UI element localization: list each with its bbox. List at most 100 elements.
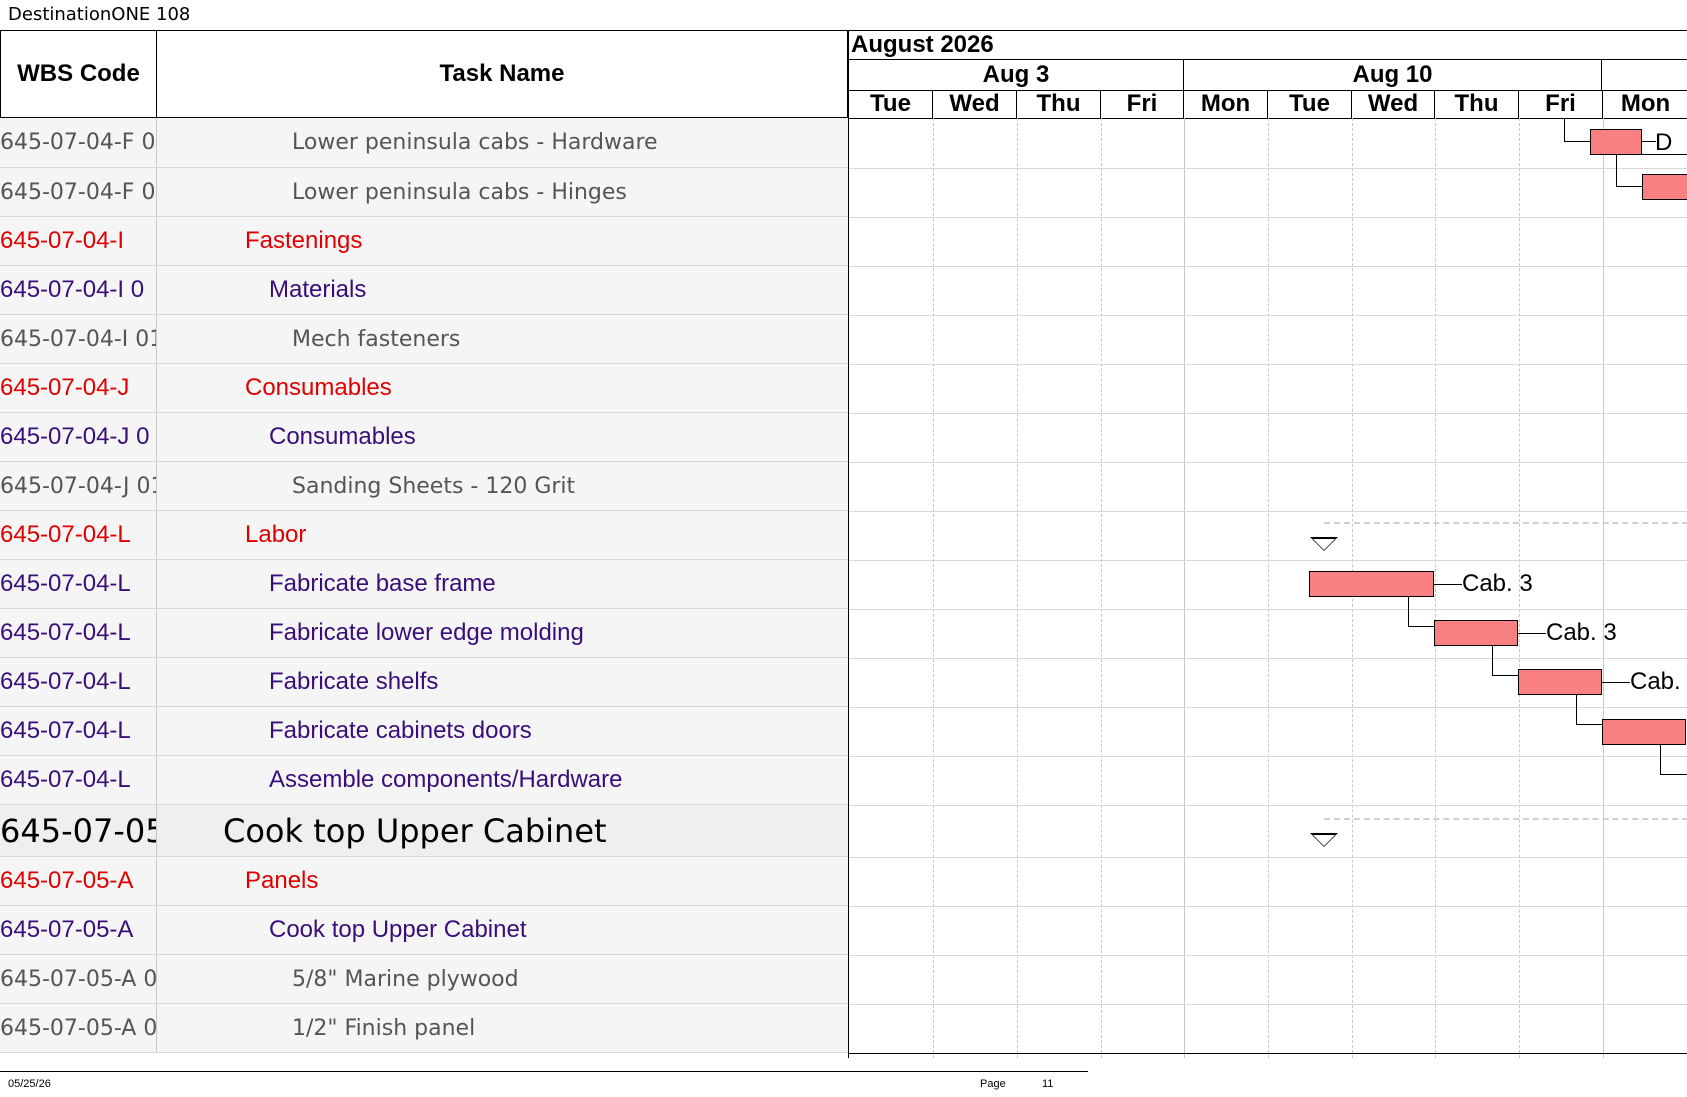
table-row[interactable]: 645-07-04-I 0 Materials	[0, 266, 848, 315]
task-name-cell[interactable]: Fabricate cabinets doors	[157, 707, 848, 755]
task-name-cell[interactable]: Materials	[157, 266, 848, 314]
task-bar[interactable]	[1642, 174, 1687, 200]
table-row[interactable]: 645-07-04-L Fabricate shelfs	[0, 658, 848, 707]
wbs-code-cell[interactable]: 645-07-04-L	[0, 658, 157, 706]
task-name-cell[interactable]: Lower peninsula cabs - Hinges	[157, 168, 848, 216]
wbs-code-cell[interactable]: 645-07-04-J 01	[0, 462, 157, 510]
timeline-week: Aug 10	[1184, 60, 1602, 90]
table-row[interactable]: 645-07-04-J Consumables	[0, 364, 848, 413]
gantt-row-line	[849, 609, 1687, 610]
table-row[interactable]: 645-07-04-L Fabricate base frame	[0, 560, 848, 609]
gantt-body: D Cab. 3 Cab. 3 Cab.	[849, 118, 1687, 1058]
table-row[interactable]: 645-07-04-J 0 Consumables	[0, 413, 848, 462]
wbs-code-cell[interactable]: 645-07-04-L	[0, 560, 157, 608]
task-name-cell[interactable]: Sanding Sheets - 120 Grit	[157, 462, 848, 510]
wbs-code-cell[interactable]: 645-07-04-J	[0, 364, 157, 412]
task-name-cell[interactable]: Panels	[157, 857, 848, 905]
task-name-cell[interactable]: Fabricate base frame	[157, 560, 848, 608]
task-name-cell[interactable]: 1/2" Finish panel	[157, 1004, 848, 1052]
table-row[interactable]: 645-07-05-A 0 1/2" Finish panel	[0, 1004, 848, 1053]
wbs-code-cell[interactable]: 645-07-05-A	[0, 906, 157, 954]
summary-marker-icon-inner	[1313, 835, 1335, 846]
wbs-code-cell[interactable]: 645-07-04-L	[0, 707, 157, 755]
table-row[interactable]: 645-07-04-I Fastenings	[0, 217, 848, 266]
gantt-day-gridline	[1184, 118, 1185, 1058]
gantt-row-line	[849, 217, 1687, 218]
task-bar[interactable]	[1518, 669, 1602, 695]
wbs-code-cell[interactable]: 645-07-04-J 0	[0, 413, 157, 461]
summary-bar	[1324, 522, 1687, 524]
gantt-row-line	[849, 707, 1687, 708]
wbs-code-cell[interactable]: 645-07-04-F 0	[0, 168, 157, 216]
task-name-cell[interactable]: Labor	[157, 511, 848, 559]
wbs-code-cell[interactable]: 645-07-04-I 01	[0, 315, 157, 363]
timeline-week: Aug 3	[849, 60, 1184, 90]
task-bar[interactable]	[1434, 620, 1518, 646]
wbs-code-cell[interactable]: 645-07-04-I 0	[0, 266, 157, 314]
table-row[interactable]: 645-07-04-L Fabricate lower edge molding	[0, 609, 848, 658]
gantt-row-line	[849, 560, 1687, 561]
task-name-cell[interactable]: Fabricate lower edge molding	[157, 609, 848, 657]
gantt-day-gridline	[1435, 118, 1436, 1058]
table-row[interactable]: 645-07-04-L Labor	[0, 511, 848, 560]
task-name-cell[interactable]: Cook top Upper Cabinet	[157, 906, 848, 954]
task-name-cell[interactable]: Fastenings	[157, 217, 848, 265]
table-row[interactable]: 645-07-04-L Fabricate cabinets doors	[0, 707, 848, 756]
task-name-cell[interactable]: Lower peninsula cabs - Hardware	[157, 118, 848, 167]
dependency-connector	[1602, 682, 1630, 683]
gantt-row-line	[849, 364, 1687, 365]
task-name-cell[interactable]: 5/8" Marine plywood	[157, 955, 848, 1003]
gantt-row-line	[849, 955, 1687, 956]
timeline-day: Mon	[1620, 90, 1671, 117]
task-name-cell[interactable]: Consumables	[157, 364, 848, 412]
gantt-day-gridline	[933, 118, 934, 1058]
gantt-row-line	[849, 756, 1687, 757]
task-bar[interactable]	[1309, 571, 1434, 597]
table-row[interactable]: 645-07-05-A Cook top Upper Cabinet	[0, 906, 848, 955]
wbs-code-cell[interactable]: 645-07-05-A 0	[0, 1004, 157, 1052]
dependency-connector	[1492, 645, 1519, 676]
table-row[interactable]: 645-07-05 Cook top Upper Cabinet	[0, 805, 848, 857]
gantt-row-line	[849, 906, 1687, 907]
table-row[interactable]: 645-07-04-I 01 Mech fasteners	[0, 315, 848, 364]
timeline-day: Fri	[1519, 90, 1603, 118]
task-bar[interactable]	[1602, 719, 1686, 745]
timeline-days: Tue Wed Thu Fri Mon Tue Wed Thu Fri Mon	[849, 90, 1687, 119]
footer-rule	[0, 1071, 1088, 1072]
gantt-row-line	[849, 805, 1687, 806]
timeline-week-partial	[1602, 60, 1687, 90]
column-header-task-name[interactable]: Task Name	[157, 30, 848, 118]
gantt-row-line	[849, 857, 1687, 858]
task-name-cell[interactable]: Consumables	[157, 413, 848, 461]
gantt-day-gridline	[1017, 118, 1018, 1058]
task-name-cell[interactable]: Mech fasteners	[157, 315, 848, 363]
column-header-wbs[interactable]: WBS Code	[0, 30, 157, 118]
wbs-code-cell[interactable]: 645-07-05	[0, 805, 157, 856]
wbs-code-cell[interactable]: 645-07-04-F 0	[0, 118, 157, 167]
task-name-cell[interactable]: Fabricate shelfs	[157, 658, 848, 706]
gantt-row-line	[849, 658, 1687, 659]
dependency-connector	[1660, 744, 1687, 775]
footer-page-label: Page	[980, 1078, 1006, 1090]
dependency-connector	[1518, 633, 1546, 634]
wbs-code-cell[interactable]: 645-07-05-A	[0, 857, 157, 905]
task-bar-label: Cab.	[1630, 668, 1681, 695]
dependency-connector	[1434, 584, 1462, 585]
wbs-code-cell[interactable]: 645-07-04-L	[0, 756, 157, 804]
table-row[interactable]: 645-07-05-A Panels	[0, 857, 848, 906]
wbs-code-cell[interactable]: 645-07-04-I	[0, 217, 157, 265]
gantt-day-gridline	[1268, 118, 1269, 1058]
table-row[interactable]: 645-07-04-F 0 Lower peninsula cabs - Hard…	[0, 118, 848, 168]
wbs-code-cell[interactable]: 645-07-05-A 0	[0, 955, 157, 1003]
task-bar[interactable]	[1590, 129, 1642, 155]
table-row[interactable]: 645-07-04-F 0 Lower peninsula cabs - Hing…	[0, 168, 848, 217]
table-row[interactable]: 645-07-04-L Assemble components/Hardware	[0, 756, 848, 805]
gantt-day-gridline	[1101, 118, 1102, 1058]
table-row[interactable]: 645-07-05-A 0 5/8" Marine plywood	[0, 955, 848, 1004]
gantt-row-line	[849, 511, 1687, 512]
wbs-code-cell[interactable]: 645-07-04-L	[0, 511, 157, 559]
wbs-code-cell[interactable]: 645-07-04-L	[0, 609, 157, 657]
task-name-cell[interactable]: Cook top Upper Cabinet	[157, 805, 848, 856]
table-row[interactable]: 645-07-04-J 01 Sanding Sheets - 120 Grit	[0, 462, 848, 511]
task-name-cell[interactable]: Assemble components/Hardware	[157, 756, 848, 804]
